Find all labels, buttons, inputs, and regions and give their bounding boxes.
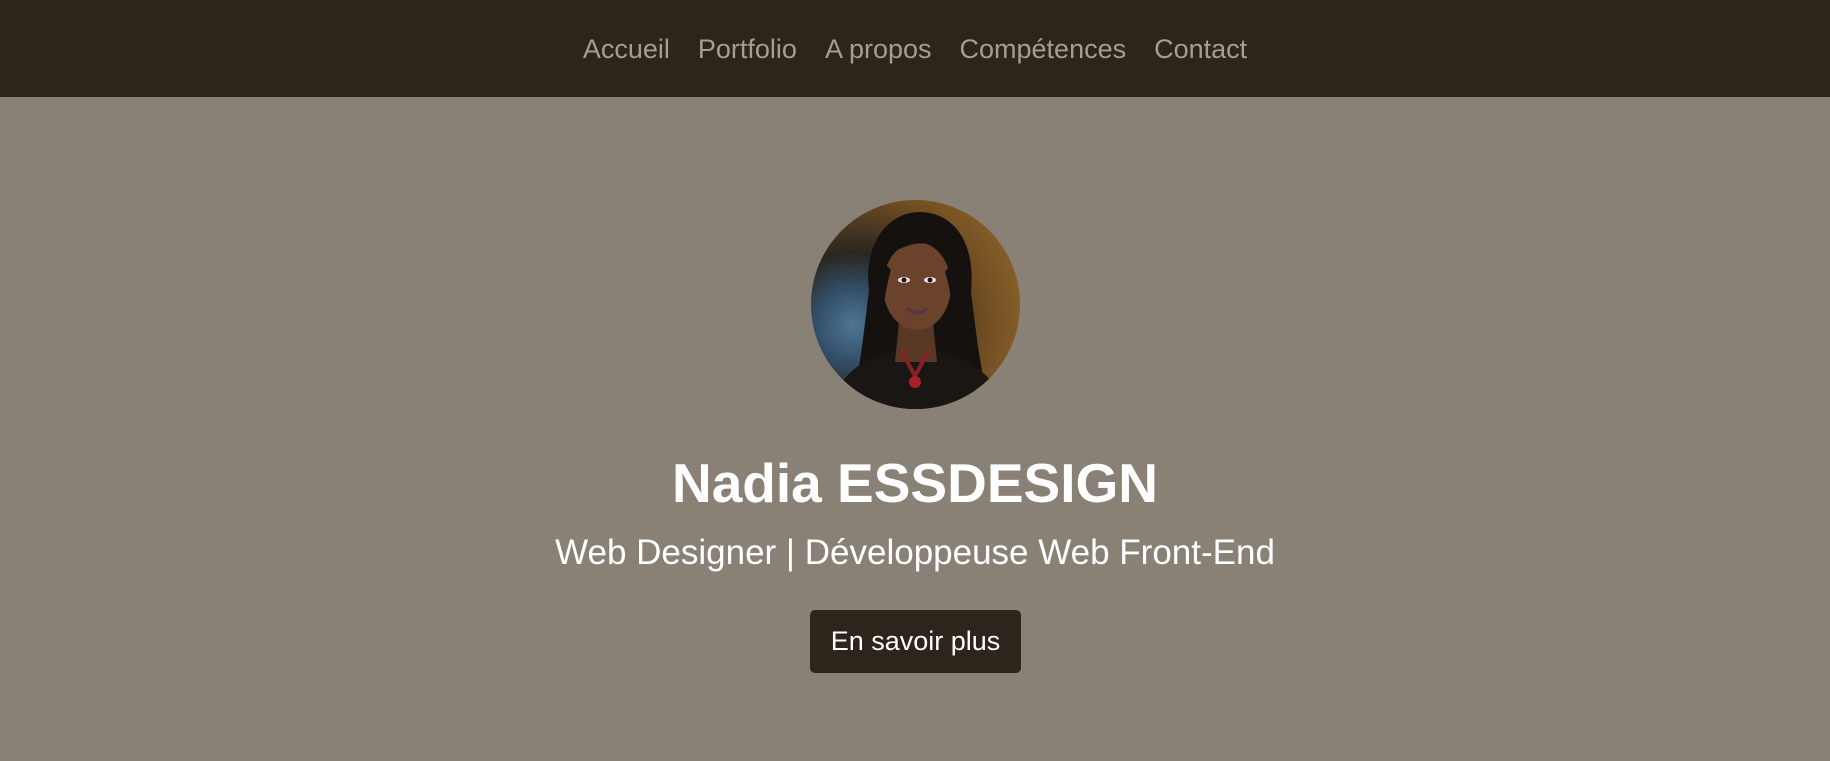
portrait-illustration bbox=[831, 212, 1003, 409]
nav-item-a-propos: A propos bbox=[811, 29, 946, 69]
nav-link-competences[interactable]: Compétences bbox=[946, 29, 1141, 69]
nav-link-a-propos[interactable]: A propos bbox=[811, 29, 946, 69]
learn-more-button[interactable]: En savoir plus bbox=[810, 610, 1021, 673]
nav-link-contact[interactable]: Contact bbox=[1140, 29, 1261, 69]
hero-subtitle: Web Designer | Développeuse Web Front-En… bbox=[555, 533, 1275, 572]
hero-section: Nadia ESSDESIGN Web Designer | Développe… bbox=[0, 97, 1830, 761]
top-navbar: Accueil Portfolio A propos Compétences C… bbox=[0, 0, 1830, 97]
nav-item-portfolio: Portfolio bbox=[684, 29, 811, 69]
profile-avatar bbox=[811, 200, 1020, 409]
nav-item-competences: Compétences bbox=[946, 29, 1141, 69]
nav-item-accueil: Accueil bbox=[569, 29, 684, 69]
nav-menu: Accueil Portfolio A propos Compétences C… bbox=[569, 29, 1261, 69]
hero-name-heading: Nadia ESSDESIGN bbox=[672, 452, 1158, 514]
nav-item-contact: Contact bbox=[1140, 29, 1261, 69]
nav-link-accueil[interactable]: Accueil bbox=[569, 29, 684, 69]
nav-link-portfolio[interactable]: Portfolio bbox=[684, 29, 811, 69]
